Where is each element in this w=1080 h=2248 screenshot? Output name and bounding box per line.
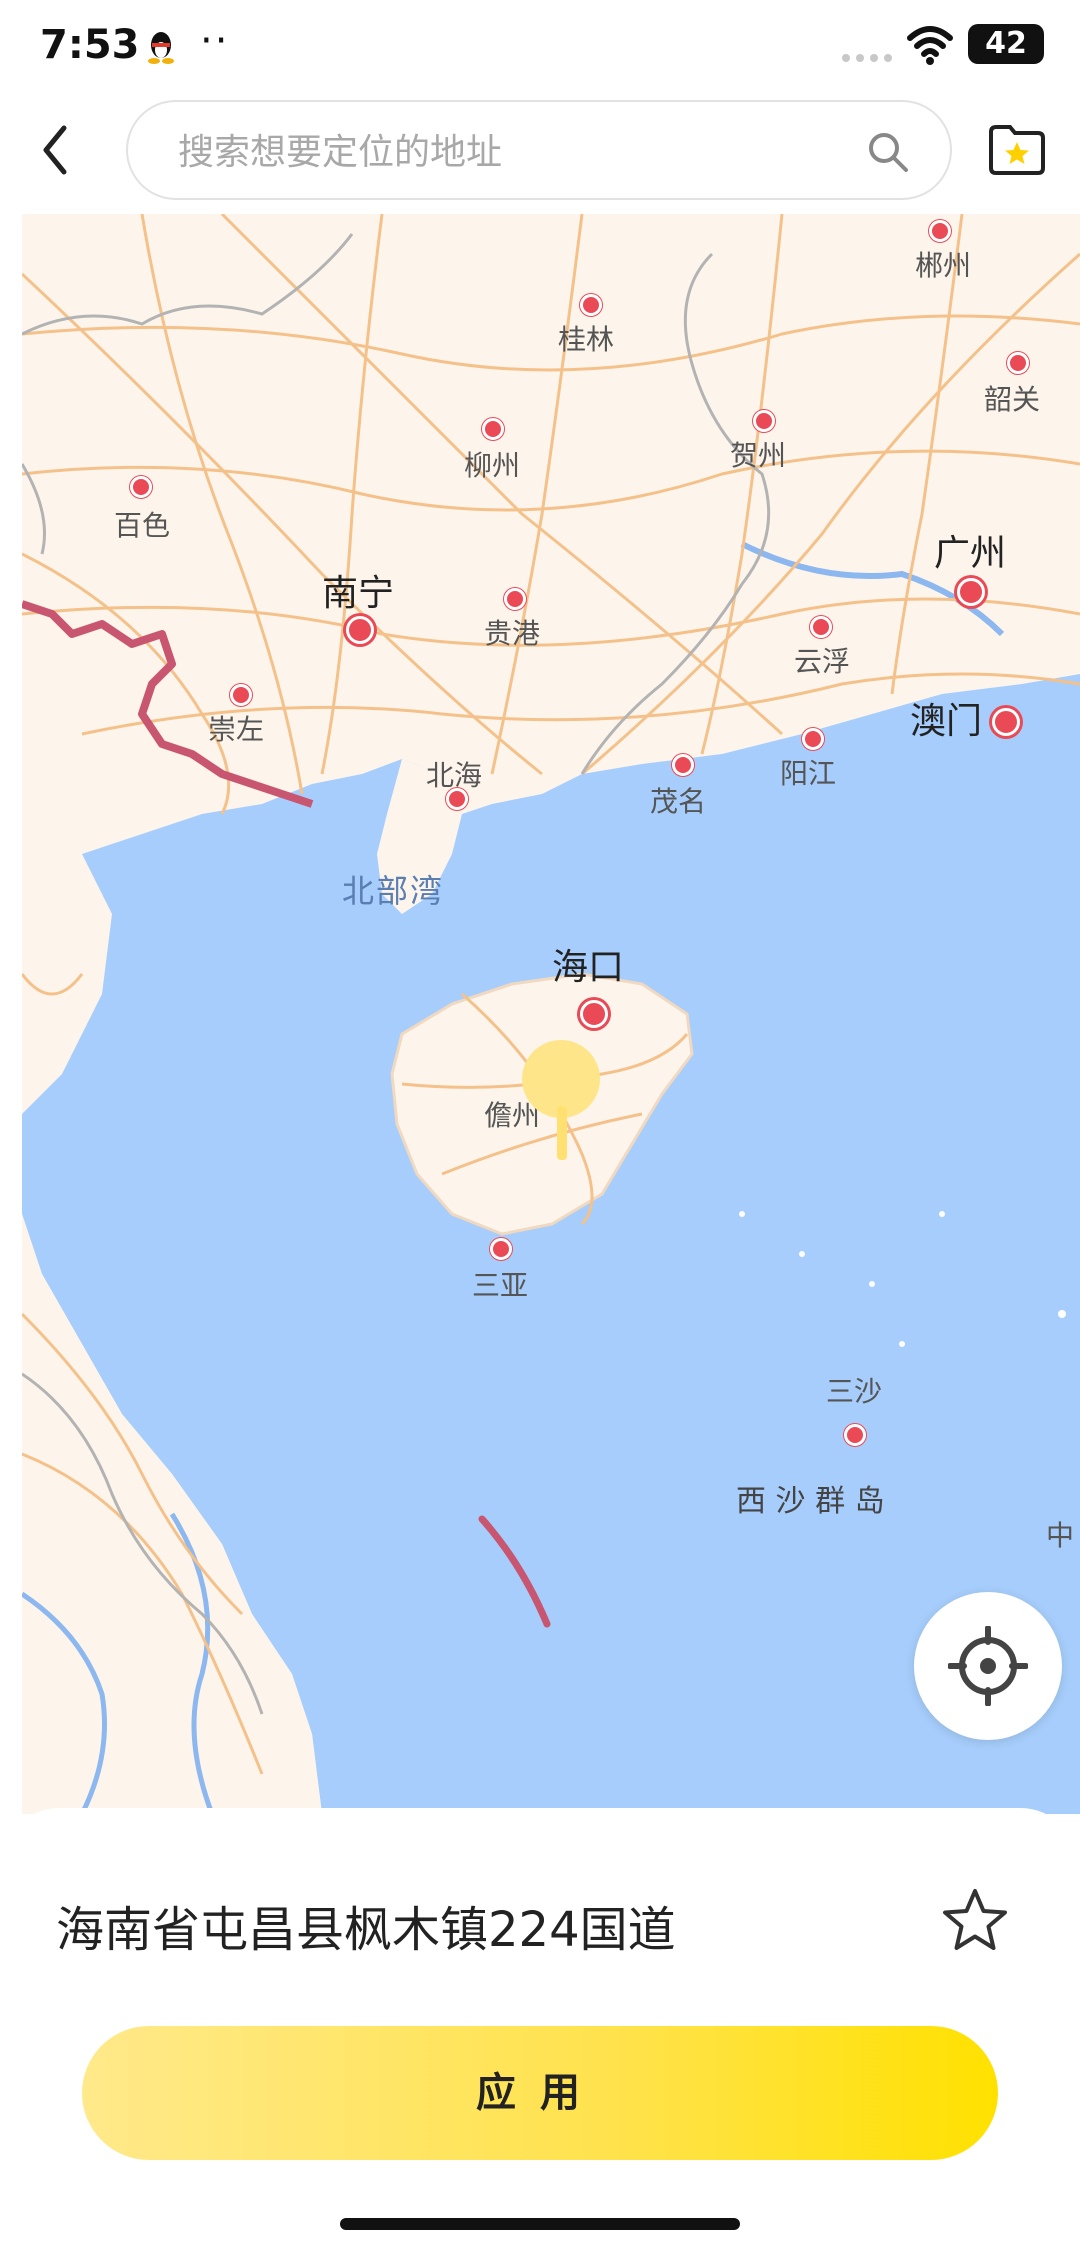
signal-dots-icon (842, 54, 892, 62)
back-arrow-icon[interactable] (30, 118, 82, 182)
city-marker-guigang (504, 588, 526, 610)
city-marker-guilin (580, 294, 602, 316)
city-label-macau: 澳门 (910, 701, 983, 742)
city-marker-sansha (844, 1424, 866, 1446)
crosshair-icon (948, 1626, 1028, 1706)
city-marker-nanning (346, 616, 374, 644)
city-label-edge: 中 (1046, 1519, 1075, 1552)
search-input[interactable] (176, 122, 820, 182)
city-label-liuzhou: 柳州 (464, 449, 521, 482)
city-label-haikou: 海口 (552, 947, 625, 988)
status-more-dots: ·· (200, 18, 230, 64)
city-marker-macau (992, 708, 1020, 736)
wifi-icon (907, 26, 953, 65)
city-label-chenzhou: 郴州 (915, 249, 972, 282)
city-marker-haikou (580, 1000, 608, 1028)
search-bar[interactable] (126, 100, 952, 200)
city-label-yunfu: 云浮 (794, 645, 851, 678)
city-marker-sanya (490, 1238, 512, 1260)
city-label-guilin: 桂林 (558, 323, 615, 356)
sea-label-xisha: 西 沙 群 岛 (736, 1484, 885, 1519)
city-marker-baise (130, 476, 152, 498)
city-label-maoming: 茂名 (650, 785, 707, 818)
city-label-nanning: 南宁 (322, 573, 395, 614)
qq-penguin-icon (148, 32, 174, 64)
city-label-guigang: 贵港 (484, 617, 541, 650)
star-favorite-icon[interactable] (940, 1886, 1010, 1956)
city-marker-hezhou (753, 410, 775, 432)
map-view[interactable]: 郴州 桂林 韶关 柳州 贺州 百色 广州 南宁 贵港 云浮 崇左 澳门 北海 茂… (22, 214, 1080, 1814)
battery-level: 42 (985, 26, 1027, 61)
city-marker-maoming (672, 754, 694, 776)
locate-me-button[interactable] (914, 1592, 1062, 1740)
sea-label-beibu-gulf: 北部湾 (342, 872, 445, 910)
city-marker-beihai (446, 788, 468, 810)
apply-button[interactable]: 应用 (82, 2026, 998, 2160)
map-base (22, 214, 1080, 1814)
location-pin-stick (557, 1106, 567, 1160)
city-label-yangjiang: 阳江 (780, 757, 837, 790)
favorites-folder-icon[interactable] (988, 124, 1046, 176)
status-time: 7:53 (40, 22, 140, 68)
city-label-hezhou: 贺州 (730, 439, 787, 472)
battery-indicator: 42 (968, 24, 1044, 64)
city-marker-chenzhou (929, 220, 951, 242)
status-bar: 7:53 ·· 42 (0, 0, 1080, 96)
city-label-sansha: 三沙 (826, 1375, 883, 1408)
city-marker-yunfu (810, 616, 832, 638)
city-label-shaoguan: 韶关 (984, 383, 1041, 416)
city-label-guangzhou: 广州 (934, 533, 1007, 574)
city-marker-liuzhou (482, 418, 504, 440)
home-indicator[interactable] (340, 2218, 740, 2230)
selected-address: 海南省屯昌县枫木镇224国道 (56, 1902, 676, 1958)
city-marker-chongzuo (230, 684, 252, 706)
city-label-chongzuo: 崇左 (208, 713, 265, 746)
city-marker-shaoguan (1007, 352, 1029, 374)
city-marker-yangjiang (802, 728, 824, 750)
city-label-sanya: 三亚 (472, 1269, 529, 1302)
city-label-baise: 百色 (114, 509, 171, 542)
search-icon[interactable] (866, 130, 910, 174)
city-marker-guangzhou (957, 578, 985, 606)
